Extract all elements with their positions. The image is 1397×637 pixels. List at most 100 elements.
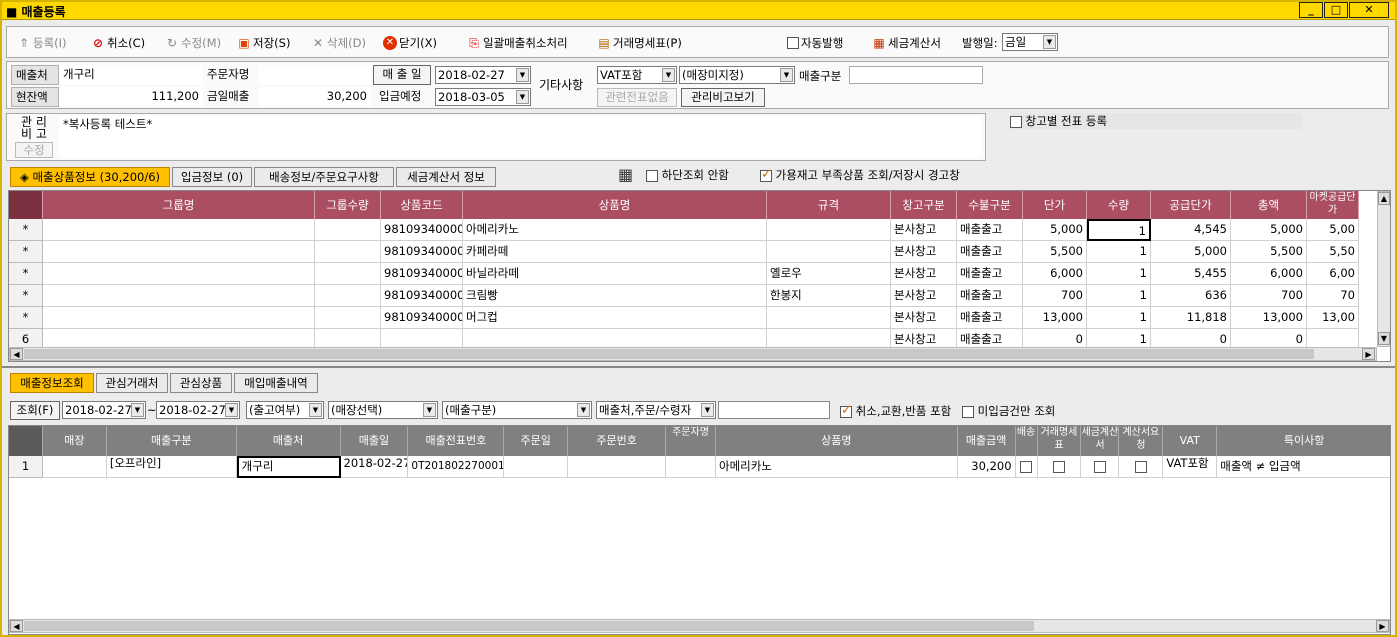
table-row[interactable]: 1 [오프라인] 개구리 2018-02-27 0T201802270001 아메리카노 3…	[9, 456, 1390, 478]
grid-cell[interactable]	[43, 241, 315, 263]
grid-cell[interactable]: 본사창고	[891, 285, 957, 307]
ship-status-select[interactable]: (출고여부) ▼	[246, 401, 324, 419]
col-header[interactable]: 단가	[1023, 191, 1087, 219]
col-header[interactable]: 그룹명	[43, 191, 315, 219]
store-filter-select[interactable]: (매장선택) ▼	[328, 401, 438, 419]
grid-cell[interactable]	[666, 456, 716, 478]
orderer-field[interactable]	[259, 65, 371, 85]
grid-cell[interactable]: 9810934000093	[381, 241, 463, 263]
grid-cell[interactable]: VAT포함	[1163, 456, 1218, 478]
tab-sales-query[interactable]: 매출정보조회	[10, 373, 94, 393]
tab-tax-invoice[interactable]: 세금계산서 정보	[396, 167, 496, 187]
col-header[interactable]: 계산서요청	[1119, 426, 1164, 456]
grid-cell[interactable]: 카페라떼	[463, 241, 767, 263]
col-header[interactable]: 특이사항	[1217, 426, 1390, 456]
grid-cell[interactable]: 5,000	[1151, 241, 1231, 263]
modify-button[interactable]: ↻ 수정(M)	[165, 34, 221, 52]
bulk-cancel-button[interactable]: ⎘ 일괄매출취소처리	[467, 34, 567, 52]
grid-cell[interactable]	[568, 456, 667, 478]
scroll-left-icon[interactable]: ◀	[10, 348, 23, 360]
col-header[interactable]: 매출전표번호	[408, 426, 505, 456]
col-header[interactable]: 총액	[1231, 191, 1307, 219]
col-header[interactable]: 매출구분	[106, 426, 237, 456]
grid-cell[interactable]: [오프라인]	[106, 456, 237, 478]
grid-cell[interactable]: 개구리	[236, 456, 341, 478]
grid-checkbox-cell[interactable]	[1015, 456, 1038, 478]
customer-field[interactable]: 개구리	[59, 65, 203, 85]
grid-cell[interactable]: 13,00	[1307, 307, 1359, 329]
col-header[interactable]: 매출일	[340, 426, 409, 456]
scroll-thumb[interactable]	[24, 621, 1034, 631]
grid-cell[interactable]: 본사창고	[891, 219, 957, 241]
grid-cell[interactable]: 5,500	[1023, 241, 1087, 263]
grid-cell[interactable]: 본사창고	[891, 241, 957, 263]
grid-cell[interactable]: 본사창고	[891, 263, 957, 285]
grid-cell[interactable]: 9810934000021	[381, 285, 463, 307]
grid-cell[interactable]	[43, 263, 315, 285]
col-header[interactable]: 상품명	[463, 191, 767, 219]
include-cancel-check[interactable]	[840, 403, 852, 418]
date-to-picker[interactable]: 2018-02-27 ▼	[156, 401, 240, 419]
grid-cell[interactable]: 6,000	[1023, 263, 1087, 285]
scroll-up-icon[interactable]: ▲	[1378, 192, 1390, 205]
col-header[interactable]: 창고구분	[891, 191, 957, 219]
row-header[interactable]: *	[9, 241, 43, 263]
grid-cell[interactable]: 6,00	[1307, 263, 1359, 285]
grid-cell[interactable]: 아메리카노	[715, 456, 958, 478]
grid-settings-icon[interactable]: ▦	[618, 165, 633, 184]
grid-cell[interactable]: 매출출고	[957, 307, 1023, 329]
row-header[interactable]: *	[9, 307, 43, 329]
grid-cell[interactable]: 9810934000094	[381, 263, 463, 285]
grid-cell[interactable]	[315, 263, 381, 285]
grid-cell[interactable]: 700	[1231, 285, 1307, 307]
memo-text[interactable]: *복사등록 테스트*	[59, 116, 981, 158]
auto-issue-check[interactable]	[787, 37, 799, 49]
grid-cell[interactable]: 1	[1087, 307, 1151, 329]
row-header[interactable]: 1	[9, 456, 43, 478]
col-header[interactable]: 그룹수량	[315, 191, 381, 219]
grid-cell[interactable]: 크림빵	[463, 285, 767, 307]
grid-cell[interactable]: 5,000	[1023, 219, 1087, 241]
grid-cell[interactable]: 매출출고	[957, 241, 1023, 263]
tax-invoice-button[interactable]: ▦ 세금계산서	[872, 34, 941, 52]
grid-cell[interactable]: 11,818	[1151, 307, 1231, 329]
table-row[interactable]: *9810934000092아메리카노본사창고매출출고5,00014,5455,…	[9, 219, 1377, 241]
grid-cell[interactable]: 매출액 ≠ 입금액	[1217, 456, 1390, 478]
grid-checkbox-cell[interactable]	[1119, 456, 1164, 478]
grid-checkbox-cell[interactable]	[1081, 456, 1120, 478]
grid-cell[interactable]: 5,000	[1231, 219, 1307, 241]
stock-warn-check[interactable]	[760, 167, 772, 182]
grid-cell[interactable]: 한봉지	[767, 285, 891, 307]
mgmt-note-view-button[interactable]: 관리비고보기	[681, 88, 765, 107]
grid-cell[interactable]: 매출출고	[957, 285, 1023, 307]
grid-cell[interactable]: 70	[1307, 285, 1359, 307]
date-from-picker[interactable]: 2018-02-27 ▼	[62, 401, 146, 419]
delete-button[interactable]: ✕ 삭제(D)	[311, 34, 366, 52]
grid-cell[interactable]: 0T201802270001	[408, 456, 505, 478]
col-header[interactable]: 상품코드	[381, 191, 463, 219]
no-lower-query-check[interactable]	[646, 169, 658, 182]
grid-cell[interactable]: 1	[1087, 241, 1151, 263]
scroll-right-icon[interactable]: ▶	[1362, 348, 1375, 360]
grid-cell[interactable]	[767, 241, 891, 263]
grid-cell[interactable]	[315, 241, 381, 263]
col-header[interactable]: 주문일	[504, 426, 569, 456]
grid-cell[interactable]: 5,00	[1307, 219, 1359, 241]
col-header[interactable]: 상품명	[715, 426, 958, 456]
col-header[interactable]: 주문번호	[568, 426, 667, 456]
tab-deposit[interactable]: 입금정보 (0)	[172, 167, 252, 187]
grid-cell[interactable]: 13,000	[1023, 307, 1087, 329]
row-header[interactable]: *	[9, 219, 43, 241]
grid-cell[interactable]: 1	[1087, 285, 1151, 307]
col-header[interactable]: 매출처	[236, 426, 341, 456]
grid-cell[interactable]: 5,455	[1151, 263, 1231, 285]
col-header[interactable]: 주문자명	[666, 426, 716, 456]
col-header[interactable]: 세금계산서	[1081, 426, 1120, 456]
unpaid-only-check[interactable]	[962, 405, 974, 418]
col-header[interactable]: 매장	[42, 426, 107, 456]
grid-cell[interactable]: 5,50	[1307, 241, 1359, 263]
row-checkbox[interactable]	[1020, 460, 1033, 473]
grid-cell[interactable]: 636	[1151, 285, 1231, 307]
grid-cell[interactable]	[315, 307, 381, 329]
table-row[interactable]: *9810934000059머그컵본사창고매출출고13,000111,81813…	[9, 307, 1377, 329]
